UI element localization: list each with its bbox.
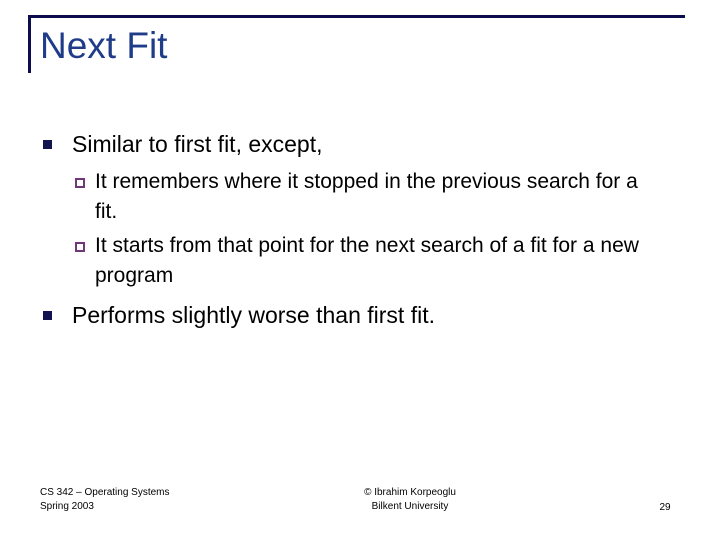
title-left-rule	[28, 15, 31, 73]
slide-footer: CS 342 – Operating Systems Spring 2003 ©…	[0, 480, 720, 540]
bullet-text: It starts from that point for the next s…	[95, 234, 639, 287]
filled-square-bullet-icon	[43, 311, 52, 320]
footer-credit: © Ibrahim Korpeoglu Bilkent University	[300, 486, 520, 514]
sub-bullet-group: It remembers where it stopped in the pre…	[0, 167, 720, 291]
footer-course-term: Spring 2003	[40, 501, 94, 512]
slide-body: Similar to first fit, except, It remembe…	[0, 130, 720, 336]
hollow-square-bullet-icon	[75, 178, 85, 188]
bullet-text: It remembers where it stopped in the pre…	[95, 170, 638, 223]
footer-institution: Bilkent University	[371, 501, 449, 512]
title-top-rule	[28, 15, 685, 18]
footer-author: © Ibrahim Korpeoglu	[364, 487, 456, 498]
bullet-level1: Performs slightly worse than first fit.	[0, 301, 720, 330]
bullet-text: Performs slightly worse than first fit.	[72, 302, 435, 328]
bullet-level2: It remembers where it stopped in the pre…	[0, 167, 720, 227]
hollow-square-bullet-icon	[75, 242, 85, 252]
filled-square-bullet-icon	[43, 140, 52, 149]
page-title: Next Fit	[40, 25, 168, 66]
bullet-level1: Similar to first fit, except,	[0, 130, 720, 159]
bullet-level2: It starts from that point for the next s…	[0, 231, 720, 291]
page-number: 29	[659, 502, 671, 513]
footer-course-info: CS 342 – Operating Systems Spring 2003	[40, 486, 170, 514]
footer-course-name: CS 342 – Operating Systems	[40, 487, 170, 498]
bullet-text: Similar to first fit, except,	[72, 131, 323, 157]
presentation-slide: Next Fit Similar to first fit, except, I…	[0, 0, 720, 540]
